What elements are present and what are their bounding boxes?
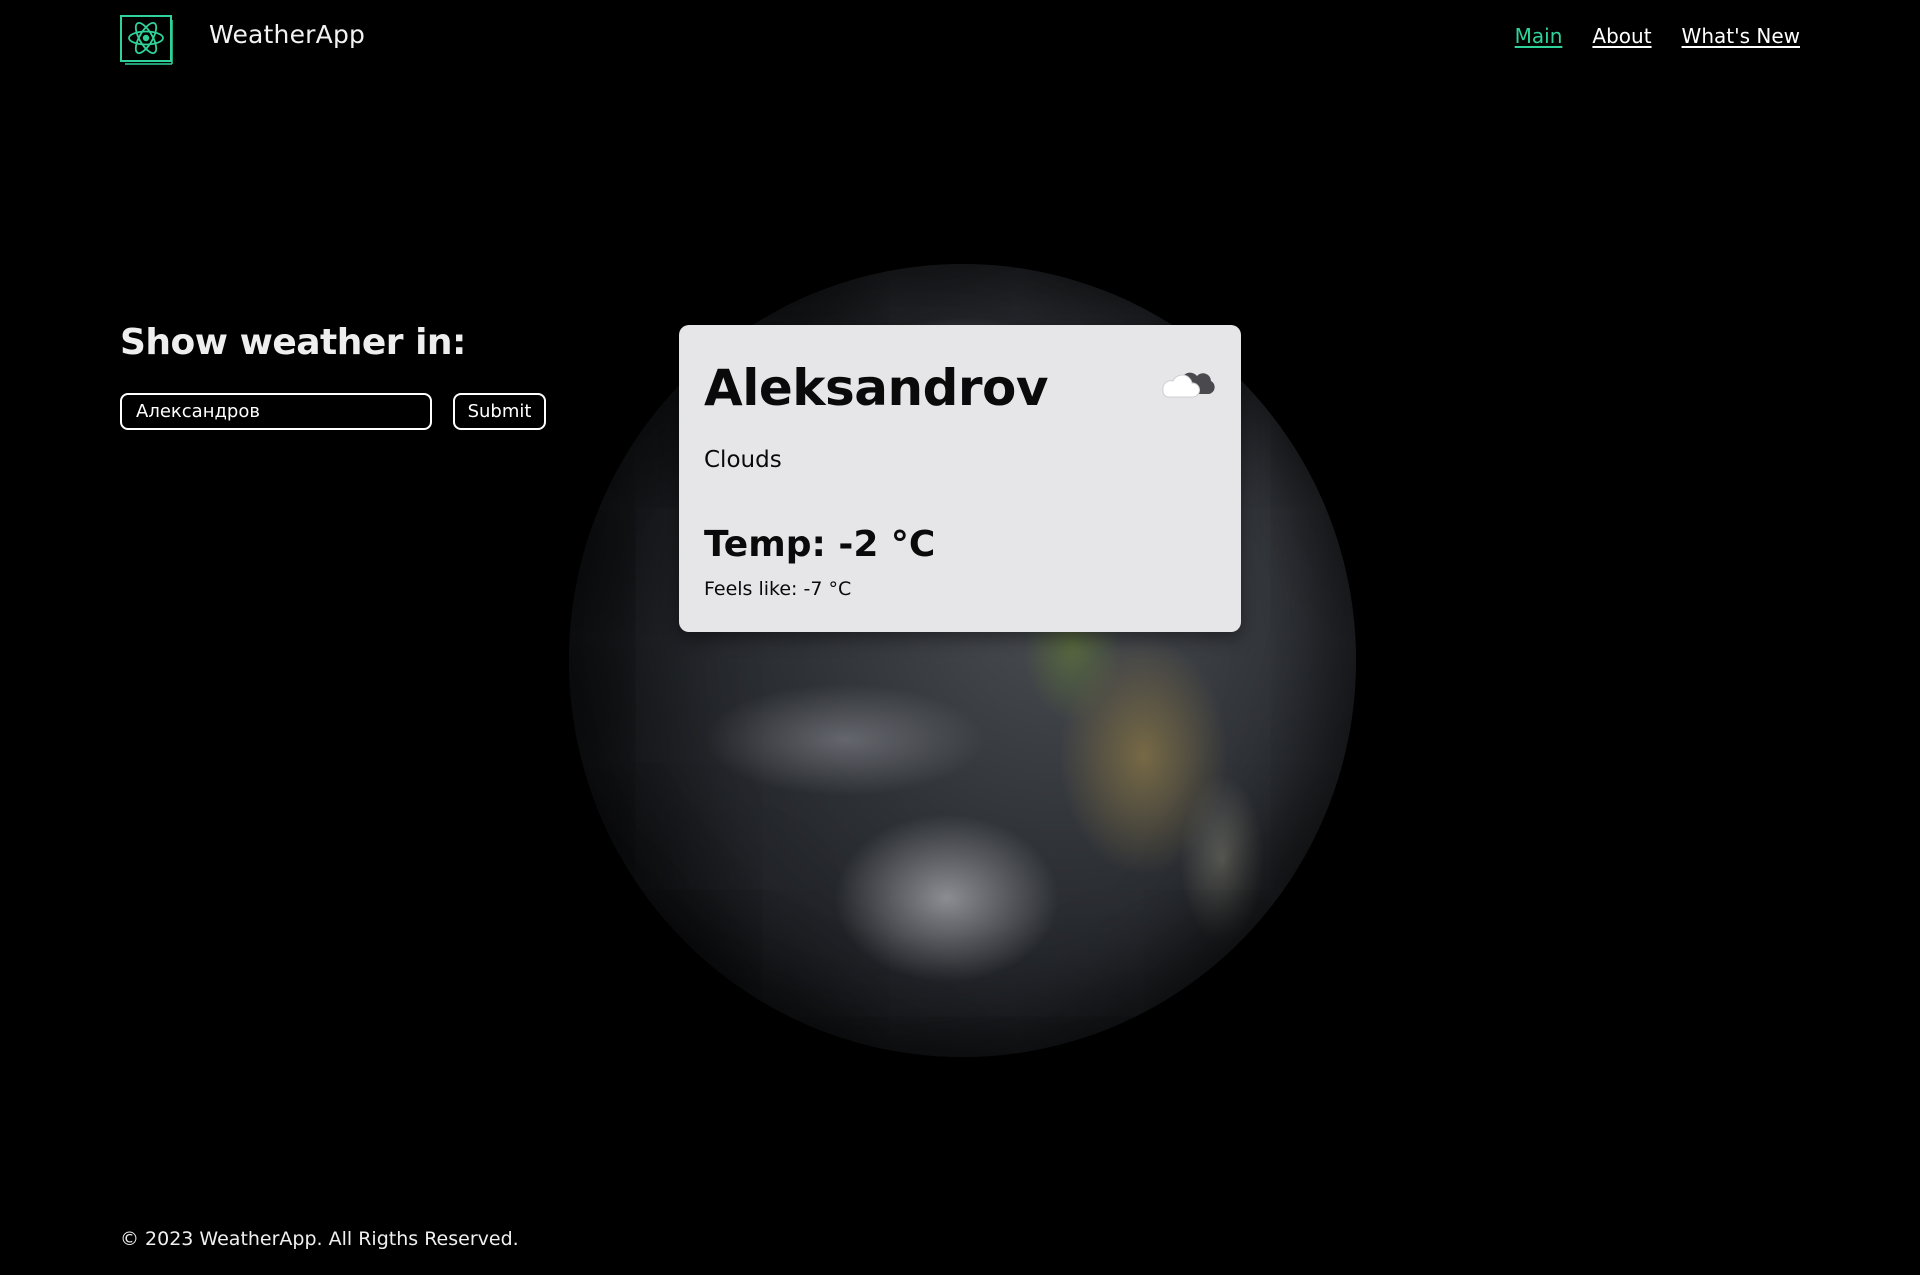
weather-condition: Clouds <box>704 447 782 473</box>
cloud-icon <box>1159 360 1215 400</box>
city-input[interactable] <box>120 393 432 430</box>
nav-link-main[interactable]: Main <box>1515 24 1563 48</box>
header: WeatherApp Main About What's New <box>0 0 1920 76</box>
temperature: Temp: -2 °C <box>704 524 936 565</box>
main-nav: Main About What's New <box>1515 24 1800 48</box>
atom-icon[interactable] <box>120 15 174 65</box>
nav-link-whats-new[interactable]: What's New <box>1682 24 1800 48</box>
weather-card: Aleksandrov Clouds Temp: -2 °C Feels lik… <box>679 325 1241 632</box>
footer-copyright: © 2023 WeatherApp. All Rigths Reserved. <box>120 1228 519 1250</box>
brand-name[interactable]: WeatherApp <box>209 20 365 49</box>
search-title: Show weather in: <box>120 322 466 363</box>
page: WeatherApp Main About What's New Show we… <box>0 0 1920 1275</box>
submit-button[interactable]: Submit <box>453 393 546 430</box>
nav-link-about[interactable]: About <box>1592 24 1651 48</box>
feels-like: Feels like: -7 °C <box>704 578 852 600</box>
city-name: Aleksandrov <box>704 359 1049 417</box>
